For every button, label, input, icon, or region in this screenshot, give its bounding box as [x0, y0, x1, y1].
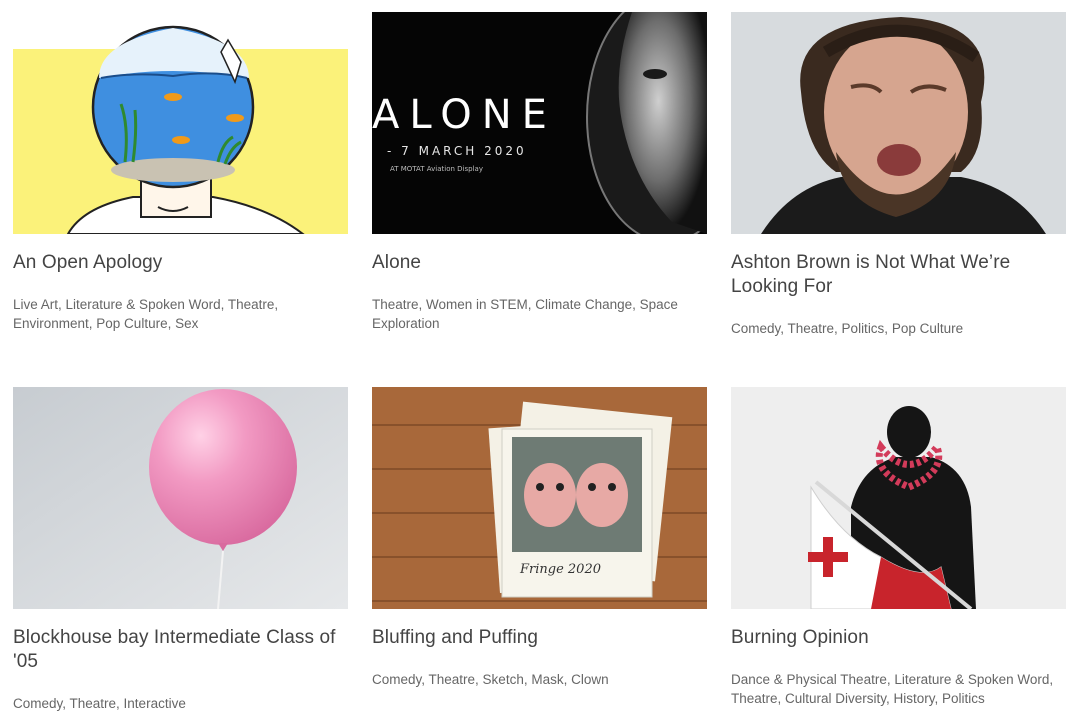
event-image[interactable]: ALONE - 7 MARCH 2020 AT MOTAT Aviation D… — [372, 12, 707, 234]
event-title[interactable]: An Open Apology — [13, 251, 353, 275]
poster-date: - 7 MARCH 2020 — [387, 144, 527, 158]
fishbowl-head-illustration — [13, 12, 348, 234]
flag-bearer-portrait — [731, 387, 1066, 609]
polaroid-masks-photo: Fringe 2020 — [372, 387, 707, 609]
event-title[interactable]: Blockhouse bay Intermediate Class of '05 — [13, 626, 353, 674]
event-image[interactable] — [731, 387, 1066, 609]
event-image[interactable] — [13, 12, 348, 234]
event-title[interactable]: Ashton Brown is Not What We’re Looking F… — [731, 251, 1071, 299]
pink-balloon-photo — [13, 387, 348, 609]
event-title[interactable]: Alone — [372, 251, 712, 275]
event-image[interactable] — [13, 387, 348, 609]
event-tags: Live Art, Literature & Spoken Word, Thea… — [13, 297, 279, 331]
event-tags: Comedy, Theatre, Interactive — [13, 696, 186, 711]
polaroid-caption: Fringe 2020 — [519, 562, 601, 577]
crying-man-portrait — [731, 12, 1066, 234]
poster-venue: AT MOTAT Aviation Display — [390, 165, 483, 173]
alone-poster: ALONE - 7 MARCH 2020 AT MOTAT Aviation D… — [372, 12, 707, 234]
event-title[interactable]: Bluffing and Puffing — [372, 626, 712, 650]
event-grid: An Open Apology Live Art, Literature & S… — [0, 0, 1080, 714]
event-tags: Comedy, Theatre, Sketch, Mask, Clown — [372, 672, 609, 687]
event-tags: Dance & Physical Theatre, Literature & S… — [731, 672, 1054, 706]
event-image[interactable]: Fringe 2020 — [372, 387, 707, 609]
event-tags: Theatre, Women in STEM, Climate Change, … — [372, 297, 678, 331]
event-tags: Comedy, Theatre, Politics, Pop Culture — [731, 321, 964, 336]
event-image[interactable] — [731, 12, 1066, 234]
poster-word: ALONE — [372, 92, 557, 138]
event-title[interactable]: Burning Opinion — [731, 626, 1071, 650]
